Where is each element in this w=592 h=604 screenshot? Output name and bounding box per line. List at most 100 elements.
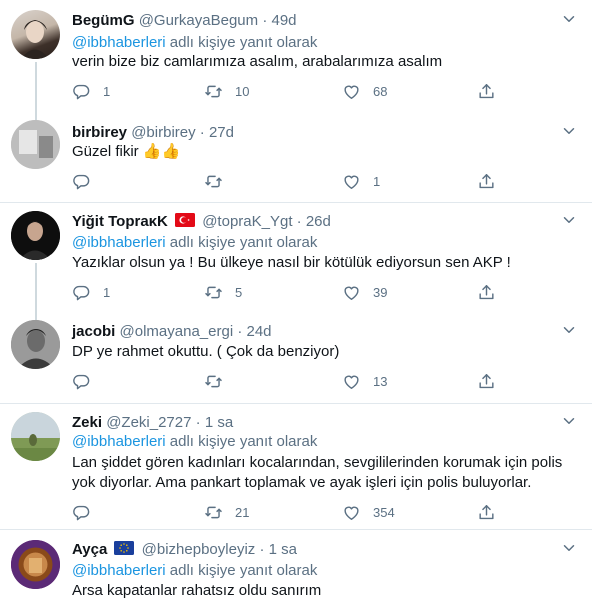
like-count: 13	[373, 373, 388, 389]
reply-icon	[72, 283, 91, 302]
reply-context: @ibbhaberleri adlı kişiye yanıt olarak	[72, 34, 317, 52]
tweet[interactable]: Zeki @Zeki_2727 · 1 sa @ibbhaberleri adl…	[0, 404, 592, 529]
like-count: 1	[373, 173, 381, 189]
username[interactable]: @olmayana_ergi	[120, 323, 234, 340]
share-button[interactable]	[477, 81, 496, 101]
tweet-text-line: yok diyorlar. Ama pankart toplamak ve ay…	[72, 474, 532, 491]
mention-link[interactable]: @ibbhaberleri	[72, 433, 166, 450]
avatar[interactable]	[11, 10, 60, 59]
action-bar: 1	[72, 171, 512, 191]
chevron-down-icon[interactable]	[560, 10, 578, 28]
share-button[interactable]	[477, 282, 496, 302]
reply-icon	[72, 503, 91, 522]
chevron-down-icon[interactable]	[560, 211, 578, 229]
tweet[interactable]: BegümG @GurkayaBegum · 49d @ibbhaberleri…	[0, 0, 592, 122]
reply-count: 1	[103, 83, 111, 99]
tweet[interactable]: Ayça @bizhepboyleyiz · 1 sa @ibbhaberler…	[0, 530, 592, 604]
tweet[interactable]: birbirey @birbirey · 27d Güzel fikir 👍👍 …	[0, 106, 592, 202]
separator-dot: ·	[195, 414, 201, 431]
display-name[interactable]: birbirey	[72, 124, 127, 141]
avatar[interactable]	[11, 540, 60, 589]
reply-button[interactable]	[72, 171, 103, 191]
separator-dot: ·	[237, 323, 243, 340]
username[interactable]: @bizhepboyleyiz	[142, 541, 256, 558]
reply-context: @ibbhaberleri adlı kişiye yanıt olarak	[72, 433, 317, 451]
like-button[interactable]: 39	[342, 282, 387, 302]
display-name[interactable]: jacobi	[72, 323, 115, 340]
tweet-header: Ayça @bizhepboyleyiz · 1 sa	[72, 541, 297, 559]
retweet-button[interactable]	[204, 371, 235, 391]
reply-count: 1	[103, 284, 111, 300]
retweet-button[interactable]: 5	[204, 282, 242, 302]
display-name[interactable]: Zeki	[72, 414, 102, 431]
share-icon	[477, 82, 496, 101]
chevron-down-icon[interactable]	[560, 321, 578, 339]
tweet-header: Yiğit TopraκK @topraK_Ygt · 26d	[72, 213, 331, 231]
like-button[interactable]: 68	[342, 81, 387, 101]
mention-link[interactable]: @ibbhaberleri	[72, 34, 166, 51]
username[interactable]: @Zeki_2727	[106, 414, 191, 431]
like-button[interactable]: 354	[342, 502, 395, 522]
chevron-down-icon[interactable]	[560, 412, 578, 430]
tweet[interactable]: Yiğit TopraκK @topraK_Ygt · 26d @ibbhabe…	[0, 203, 592, 321]
tweet-text: Güzel fikir 👍👍	[72, 143, 181, 160]
reply-context-text: adlı kişiye yanıt olarak	[165, 234, 318, 251]
reply-button[interactable]	[72, 502, 103, 522]
timestamp[interactable]: 26d	[306, 213, 331, 230]
like-count: 39	[373, 284, 388, 300]
like-button[interactable]: 1	[342, 171, 380, 191]
reply-button[interactable]	[72, 371, 103, 391]
username[interactable]: @birbirey	[131, 124, 195, 141]
retweet-button[interactable]: 10	[204, 81, 249, 101]
display-name[interactable]: Yiğit TopraκK	[72, 213, 168, 230]
retweet-icon	[204, 283, 223, 302]
avatar[interactable]	[11, 412, 60, 461]
turkey-flag-icon	[175, 213, 196, 227]
like-count: 354	[373, 504, 395, 520]
share-icon	[477, 172, 496, 191]
share-icon	[477, 372, 496, 391]
display-name[interactable]: Ayça	[72, 541, 107, 558]
tweet-header: BegümG @GurkayaBegum · 49d	[72, 12, 297, 30]
display-name[interactable]: BegümG	[72, 12, 135, 29]
timestamp[interactable]: 1 sa	[205, 414, 233, 431]
tweet-header: birbirey @birbirey · 27d	[72, 124, 234, 142]
reply-icon	[72, 172, 91, 191]
reply-context: @ibbhaberleri adlı kişiye yanıt olarak	[72, 562, 317, 580]
avatar[interactable]	[11, 120, 60, 169]
mention-link[interactable]: @ibbhaberleri	[72, 562, 166, 579]
heart-icon	[342, 503, 361, 522]
share-button[interactable]	[477, 502, 496, 522]
retweet-button[interactable]	[204, 171, 235, 191]
retweet-count: 10	[235, 83, 250, 99]
reply-button[interactable]: 1	[72, 81, 110, 101]
reply-context: @ibbhaberleri adlı kişiye yanıt olarak	[72, 234, 317, 252]
chevron-down-icon[interactable]	[560, 539, 578, 557]
timestamp[interactable]: 27d	[209, 124, 234, 141]
tweet-header: Zeki @Zeki_2727 · 1 sa	[72, 414, 233, 432]
mention-link[interactable]: @ibbhaberleri	[72, 234, 166, 251]
tweet-header: jacobi @olmayana_ergi · 24d	[72, 323, 272, 341]
retweet-button[interactable]: 21	[204, 502, 249, 522]
share-button[interactable]	[477, 171, 496, 191]
chevron-down-icon[interactable]	[560, 122, 578, 140]
reply-button[interactable]: 1	[72, 282, 110, 302]
heart-icon	[342, 283, 361, 302]
timestamp[interactable]: 1 sa	[269, 541, 297, 558]
retweet-icon	[204, 372, 223, 391]
username[interactable]: @topraK_Ygt	[202, 213, 292, 230]
heart-icon	[342, 172, 361, 191]
reply-icon	[72, 82, 91, 101]
avatar[interactable]	[11, 320, 60, 369]
username[interactable]: @GurkayaBegum	[139, 12, 258, 29]
tweet[interactable]: jacobi @olmayana_ergi · 24d DP ye rahmet…	[0, 310, 592, 403]
like-button[interactable]: 13	[342, 371, 387, 391]
tweet-text: Lan şiddet gören kadınları kocalarından,…	[72, 453, 572, 493]
avatar[interactable]	[11, 211, 60, 260]
timestamp[interactable]: 24d	[247, 323, 272, 340]
action-bar: 1 5 39	[72, 282, 512, 302]
tweet-text: DP ye rahmet okuttu. ( Çok da benziyor)	[72, 343, 340, 360]
share-button[interactable]	[477, 371, 496, 391]
timestamp[interactable]: 49d	[271, 12, 296, 29]
action-bar: 13	[72, 371, 512, 391]
